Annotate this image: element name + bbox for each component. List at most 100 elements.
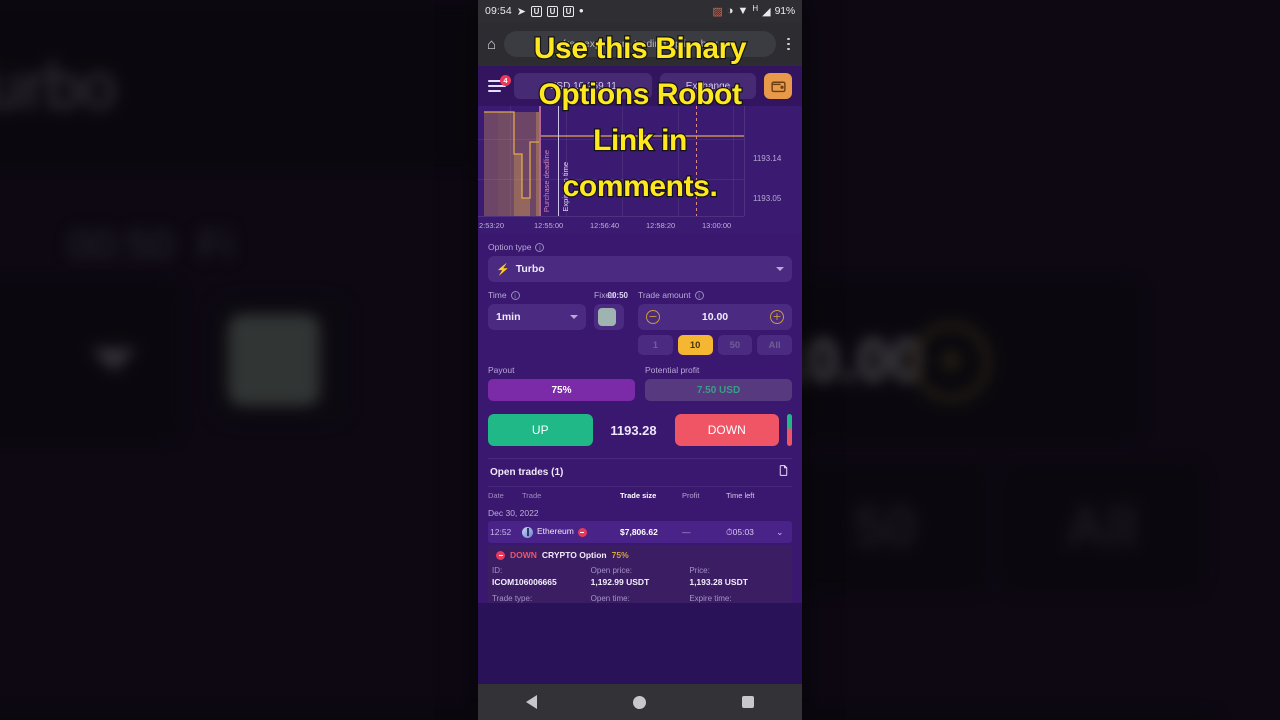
x-tick: 13:00:00 [702,221,732,230]
minus-circle-icon[interactable]: − [646,310,660,324]
amount-chip-10[interactable]: 10 [677,335,713,355]
network-type-label: H [752,3,759,13]
detail-field-id: ID: ICOM106006665 [492,566,591,587]
trade-detail-panel: DOWN CRYPTO Option 75% ID: ICOM106006665… [488,545,792,603]
price-chart[interactable]: Purchase deadline Expiration time 2:53:2… [478,106,802,234]
detail-value: 1,193.28 USDT [689,577,748,587]
home-circle-icon[interactable] [633,695,646,709]
more-notifications-icon: • [579,3,584,18]
option-type-select[interactable]: ⚡ Turbo [488,256,792,282]
app-badge-icon: U [531,5,542,17]
trade-direction: DOWN [510,550,537,560]
info-icon[interactable]: i [694,290,704,300]
y-tick: 1193.05 [753,194,782,203]
battery-indicator: 91% [774,5,796,17]
down-arrow-icon [496,550,505,560]
trade-form-panel: Option type i ⚡ Turbo Time i 00:50 1min … [478,234,802,603]
time-select[interactable]: 1min [488,304,586,330]
row-asset: Ethereum [522,526,620,538]
back-triangle-icon[interactable] [526,695,537,709]
potential-profit-column: Potential profit 7.50 USD [645,365,792,401]
exchange-button[interactable]: Exchange [660,73,756,99]
open-trades-header: Open trades (1) [488,458,792,486]
wallet-button[interactable] [764,73,792,99]
trade-amount-value: 10.00 [701,311,729,323]
wallet-icon [770,81,786,92]
bg-payout-box: 75% [0,713,501,720]
detail-value: 1,192.99 USDT [590,577,650,587]
info-icon[interactable]: i [535,242,545,252]
current-price-marker [696,106,698,216]
detail-label: ID: [492,566,503,575]
fixed-label: Fixed [594,290,615,300]
bolt-icon: ⚡ [496,263,510,276]
telegram-icon: ➤ [516,5,526,18]
up-button[interactable]: UP [488,414,593,446]
sentiment-bar [787,414,792,446]
detail-value: ICOM106006665 [492,577,557,587]
android-nav-bar [478,684,802,720]
kebab-menu-icon[interactable] [784,37,793,51]
time-label: Time [488,290,507,300]
chevron-down-icon [570,315,578,319]
purchase-deadline-label: Purchase deadline [542,149,552,212]
balance-amount: USD 10,259.11 [549,80,617,92]
chevron-down-icon[interactable]: ⌄ [776,527,792,538]
ethereum-icon [522,526,533,538]
column-profit: Profit [682,491,700,500]
amount-chip-group: 1 10 50 All [638,335,792,355]
row-asset-name: Ethereum [537,526,574,537]
trade-detail-fields-row1: ID: ICOM106006665 Open price: 1,192.99 U… [492,566,788,587]
detail-label: Trade type: [492,594,533,603]
open-trades-title: Open trades (1) [490,467,564,478]
potential-profit-box: 7.50 USD [645,379,792,401]
chart-series-eth [484,111,744,216]
amount-chip-all[interactable]: All [757,335,792,355]
chevron-down-icon [776,267,784,271]
amount-chip-50[interactable]: 50 [717,335,753,355]
bg-fixed-toggle [213,297,347,423]
trade-amount-stepper[interactable]: − 10.00 + [638,304,792,330]
chart-y-axis: 1193.14 1193.05 [744,106,802,216]
recents-square-icon[interactable] [742,696,754,708]
payout-value: 75% [551,384,572,396]
menu-badge: 4 [500,75,511,86]
row-time: 12:52 [490,527,512,537]
document-icon[interactable] [777,464,790,482]
option-type-label: Option type [488,242,532,252]
detail-field-price: Price: 1,193.28 USDT [689,566,788,587]
column-trade: Trade [522,491,542,500]
trade-instrument: CRYPTO Option [541,550,607,560]
fixed-toggle[interactable] [594,304,624,330]
plus-circle-icon[interactable]: + [770,310,784,324]
bg-fixed-label: Fi [198,222,234,269]
chart-plot-area: Purchase deadline Expiration time [478,106,744,216]
balance-display[interactable]: USD 10,259.11 [514,73,652,99]
time-label-wrap: Time i [488,290,520,300]
home-icon[interactable]: ⌂ [487,36,496,53]
detail-label: Open price: [590,566,633,575]
trade-detail-header: DOWN CRYPTO Option 75% [492,550,788,560]
bg-countdown: 00:50 [68,222,175,269]
x-tick: 12:58:20 [646,221,676,230]
hamburger-menu-icon[interactable]: 4 [488,75,511,95]
trade-amount-label: Trade amount [638,290,691,300]
open-trades-date-group: Dec 30, 2022 [488,507,539,518]
trade-detail-fields-row2: Trade type: Open time: Expire time: [492,594,788,603]
bg-chip-all: All [1001,464,1202,591]
status-time: 09:54 [485,5,512,17]
x-tick: 12:55:00 [534,221,564,230]
table-row[interactable]: 12:52 Ethereum $7,806.62 — ⏱05:03 ⌄ [488,521,792,543]
info-icon[interactable]: i [510,290,520,300]
balance-bar: 4 USD 10,259.11 Exchange [478,66,802,106]
url-bar[interactable]: free expert pro trading option buy [504,31,777,57]
column-trade-size: Trade size [620,491,657,500]
amount-chip-1[interactable]: 1 [638,335,673,355]
potential-profit-label: Potential profit [645,365,700,375]
down-button[interactable]: DOWN [674,414,779,446]
trade-amount-label-group: Trade amount i [638,290,792,300]
expiration-time-label: Expiration time [560,162,570,212]
bg-turbo-label: Turbo [0,50,117,123]
exchange-label: Exchange [685,80,731,92]
browser-app-bar: ⌂ free expert pro trading option buy [478,22,802,66]
